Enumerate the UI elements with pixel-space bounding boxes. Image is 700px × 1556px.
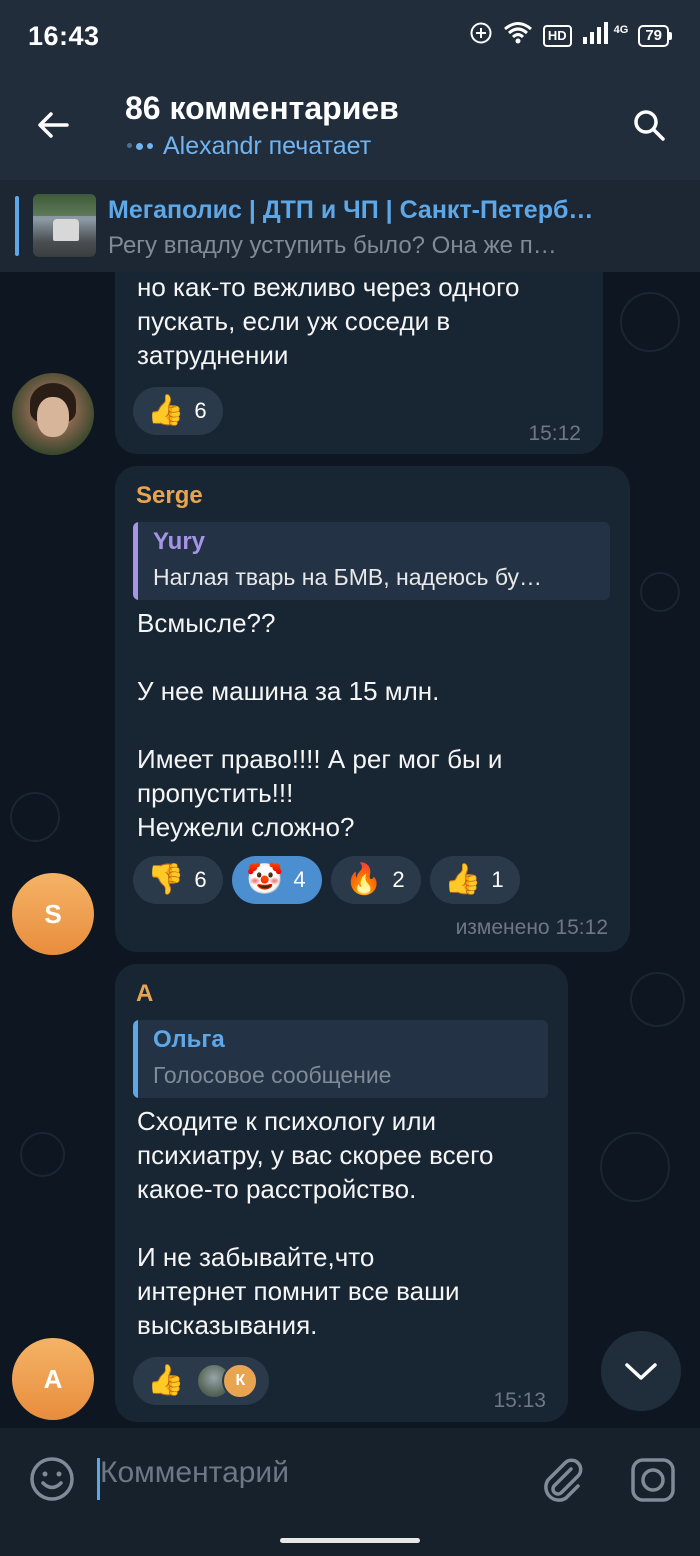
typing-status-text: Alexandr печатает	[163, 132, 372, 160]
clown-icon: 🤡	[246, 863, 284, 896]
camera-icon	[631, 1458, 675, 1502]
status-bar: 16:43 HD 4G 79	[0, 0, 700, 72]
reaction-thumbs-up[interactable]: 👍 1	[430, 856, 520, 904]
search-button[interactable]	[626, 102, 672, 148]
network-type: 4G	[613, 24, 629, 36]
message-time: 15:12	[528, 422, 581, 445]
pinned-accent-bar	[15, 196, 19, 256]
chat-title: 86 комментариев	[125, 90, 399, 126]
status-time: 16:43	[28, 20, 100, 51]
avatar-initial: A	[43, 1363, 63, 1394]
message-text: Всмысле?? У нее машина за 15 млн. Имеет …	[137, 608, 503, 842]
typing-dots-icon	[127, 143, 153, 150]
thumbs-up-icon: 👍	[147, 1364, 185, 1397]
chevron-down-icon	[625, 1363, 657, 1380]
pinned-thumbnail	[33, 194, 96, 257]
thumbs-up-icon: 👍	[147, 394, 185, 427]
back-button[interactable]	[30, 102, 76, 148]
comment-input-bar: Комментарий	[0, 1428, 700, 1528]
pinned-text: Регу впадлу уступить было? Она же п…	[108, 232, 557, 259]
reaction-fire[interactable]: 🔥 2	[331, 856, 421, 904]
paperclip-icon	[544, 1458, 583, 1502]
reply-text: Голосовое сообщение	[153, 1062, 392, 1088]
comment-input[interactable]: Комментарий	[100, 1456, 289, 1490]
pinned-post[interactable]: Мегаполис | ДТП и ЧП | Санкт-Петерб… Рег…	[0, 180, 700, 272]
avatar[interactable]	[12, 373, 94, 455]
pinned-title: Мегаполис | ДТП и ЧП | Санкт-Петерб…	[108, 196, 594, 224]
signal-icon	[582, 21, 608, 51]
emoji-icon	[30, 1457, 74, 1501]
message-bubble[interactable]: A Ольга Голосовое сообщение Сходите к пс…	[115, 964, 568, 1422]
fire-icon: 🔥	[345, 863, 383, 896]
message-text: Сходите к психологу или психиатру, у вас…	[137, 1106, 494, 1340]
reaction-count: 1	[491, 867, 504, 892]
typing-status: Alexandr печатает	[127, 132, 371, 161]
sender-name: A	[136, 980, 154, 1007]
home-gesture-handle[interactable]	[280, 1538, 420, 1543]
back-arrow-icon	[38, 112, 69, 138]
reply-author: Yury	[153, 528, 206, 555]
message-text: но как-то вежливо через одного пускать, …	[137, 272, 520, 370]
add-circle-icon	[469, 21, 493, 51]
reaction-thumbs-up[interactable]: 👍 К	[133, 1357, 269, 1405]
search-icon	[634, 110, 665, 141]
chat-header: 86 комментариев Alexandr печатает	[0, 72, 700, 180]
reply-text: Наглая тварь на БМВ, надеюсь бу…	[153, 564, 543, 590]
avatar[interactable]: S	[12, 873, 94, 955]
thumbs-up-icon: 👍	[444, 863, 482, 896]
reply-author: Ольга	[153, 1026, 225, 1053]
scroll-down-button[interactable]	[601, 1331, 681, 1411]
message-bubble[interactable]: но как-то вежливо через одного пускать, …	[115, 272, 603, 454]
message-time: 15:13	[493, 1389, 546, 1412]
battery-icon: 79	[638, 25, 672, 47]
reaction-thumbs-up[interactable]: 👍 6	[133, 387, 223, 435]
attach-button[interactable]	[537, 1455, 585, 1503]
reaction-count: 6	[194, 398, 207, 423]
reaction-thumbs-down[interactable]: 👎 6	[133, 856, 223, 904]
reply-preview[interactable]: Yury Наглая тварь на БМВ, надеюсь бу…	[133, 522, 610, 600]
reaction-count: 2	[392, 867, 405, 892]
reaction-count: 4	[293, 867, 306, 892]
emoji-button[interactable]	[28, 1455, 76, 1503]
thumbs-down-icon: 👎	[147, 863, 185, 896]
battery-level: 79	[638, 25, 669, 47]
reply-preview[interactable]: Ольга Голосовое сообщение	[133, 1020, 548, 1098]
camera-button[interactable]	[628, 1455, 678, 1505]
message-bubble[interactable]: Serge Yury Наглая тварь на БМВ, надеюсь …	[115, 466, 630, 952]
avatar[interactable]: A	[12, 1338, 94, 1420]
sender-name: Serge	[136, 482, 203, 509]
message-list[interactable]: но как-то вежливо через одного пускать, …	[0, 272, 700, 1428]
reaction-clown[interactable]: 🤡 4	[232, 856, 322, 904]
reactor-avatar-initial: К	[222, 1363, 259, 1399]
hd-badge: HD	[542, 25, 572, 47]
reaction-count: 6	[194, 867, 207, 892]
avatar-initial: S	[44, 898, 62, 929]
system-nav-bar	[0, 1528, 700, 1556]
message-time: изменено 15:12	[455, 916, 608, 939]
wifi-icon	[503, 21, 533, 51]
